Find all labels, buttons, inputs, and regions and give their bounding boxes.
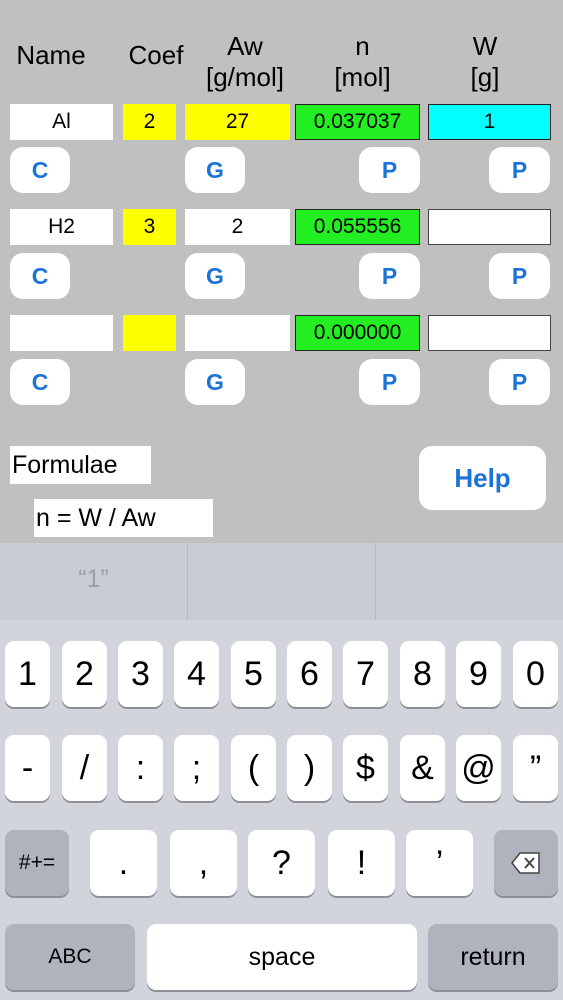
key-2[interactable]: 2 <box>62 641 107 707</box>
row3-coef-field[interactable] <box>123 315 176 351</box>
key-9[interactable]: 9 <box>456 641 501 707</box>
row1-coef-field[interactable]: 2 <box>123 104 176 140</box>
suggestion-1[interactable]: “1” <box>0 565 187 594</box>
row2-aw-field[interactable]: 2 <box>185 209 290 245</box>
suggestion-bar: “1” <box>0 543 563 620</box>
header-aw-label: Aw <box>227 31 263 61</box>
key-period[interactable]: . <box>90 830 157 896</box>
row3-n-field[interactable]: 0.000000 <box>295 315 420 351</box>
help-button[interactable]: Help <box>419 446 546 510</box>
row3-name-field[interactable] <box>10 315 113 351</box>
key-apostrophe[interactable]: ’ <box>406 830 473 896</box>
key-8[interactable]: 8 <box>400 641 445 707</box>
key-symbols[interactable]: #+= <box>5 830 69 896</box>
molar-calculator: Name Coef Aw [g/mol] n [mol] W [g] Al 2 … <box>0 0 563 543</box>
key-space[interactable]: space <box>147 924 417 990</box>
key-0[interactable]: 0 <box>513 641 558 707</box>
key-5[interactable]: 5 <box>231 641 276 707</box>
row1-name-field[interactable]: Al <box>10 104 113 140</box>
row2-coef-field[interactable]: 3 <box>123 209 176 245</box>
formulae-title: Formulae <box>10 446 151 484</box>
key-7[interactable]: 7 <box>343 641 388 707</box>
key-question[interactable]: ? <box>248 830 315 896</box>
key-1[interactable]: 1 <box>5 641 50 707</box>
row2-w-field[interactable] <box>428 209 551 245</box>
header-w-unit: [g] <box>470 62 500 92</box>
row2-c-button[interactable]: C <box>10 253 70 299</box>
row2-name-field[interactable]: H2 <box>10 209 113 245</box>
key-hyphen[interactable]: - <box>5 735 50 801</box>
key-4[interactable]: 4 <box>174 641 219 707</box>
key-semicolon[interactable]: ; <box>174 735 219 801</box>
suggestion-divider <box>187 543 188 620</box>
row1-p-button-w[interactable]: P <box>489 147 550 193</box>
row2-p-button-w[interactable]: P <box>489 253 550 299</box>
key-close-paren[interactable]: ) <box>287 735 332 801</box>
row2-n-field[interactable]: 0.055556 <box>295 209 420 245</box>
row3-p-button-n[interactable]: P <box>359 359 420 405</box>
header-n-unit: [mol] <box>334 62 391 92</box>
row1-g-button[interactable]: G <box>185 147 245 193</box>
row2-p-button-n[interactable]: P <box>359 253 420 299</box>
header-name: Name <box>16 40 86 70</box>
key-open-paren[interactable]: ( <box>231 735 276 801</box>
key-colon[interactable]: : <box>118 735 163 801</box>
header-w-label: W <box>472 31 498 61</box>
row1-aw-field[interactable]: 27 <box>185 104 290 140</box>
row1-n-field[interactable]: 0.037037 <box>295 104 420 140</box>
header-w: W [g] <box>440 31 530 93</box>
row3-p-button-w[interactable]: P <box>489 359 550 405</box>
key-3[interactable]: 3 <box>118 641 163 707</box>
key-quote[interactable]: ” <box>513 735 558 801</box>
delete-icon <box>511 852 540 874</box>
row3-w-field[interactable] <box>428 315 551 351</box>
header-coef: Coef <box>128 40 184 70</box>
formula-text: n = W / Aw <box>34 499 213 537</box>
keyboard: “1” 1 2 3 4 5 6 7 8 9 0 - / : ; ( ) $ & … <box>0 543 563 1000</box>
key-dollar[interactable]: $ <box>343 735 388 801</box>
suggestion-divider <box>375 543 376 620</box>
key-abc[interactable]: ABC <box>5 924 135 990</box>
header-n-label: n <box>355 31 370 61</box>
key-exclamation[interactable]: ! <box>328 830 395 896</box>
header-aw-unit: [g/mol] <box>205 62 285 92</box>
key-ampersand[interactable]: & <box>400 735 445 801</box>
row3-g-button[interactable]: G <box>185 359 245 405</box>
row2-g-button[interactable]: G <box>185 253 245 299</box>
row1-w-field[interactable]: 1 <box>428 104 551 140</box>
row1-p-button-n[interactable]: P <box>359 147 420 193</box>
key-slash[interactable]: / <box>62 735 107 801</box>
header-n: n [mol] <box>315 31 410 93</box>
row1-c-button[interactable]: C <box>10 147 70 193</box>
key-6[interactable]: 6 <box>287 641 332 707</box>
key-delete[interactable] <box>494 830 558 896</box>
row3-aw-field[interactable] <box>185 315 290 351</box>
row3-c-button[interactable]: C <box>10 359 70 405</box>
key-at[interactable]: @ <box>456 735 501 801</box>
key-return[interactable]: return <box>428 924 558 990</box>
header-aw: Aw [g/mol] <box>195 31 295 93</box>
key-comma[interactable]: , <box>170 830 237 896</box>
